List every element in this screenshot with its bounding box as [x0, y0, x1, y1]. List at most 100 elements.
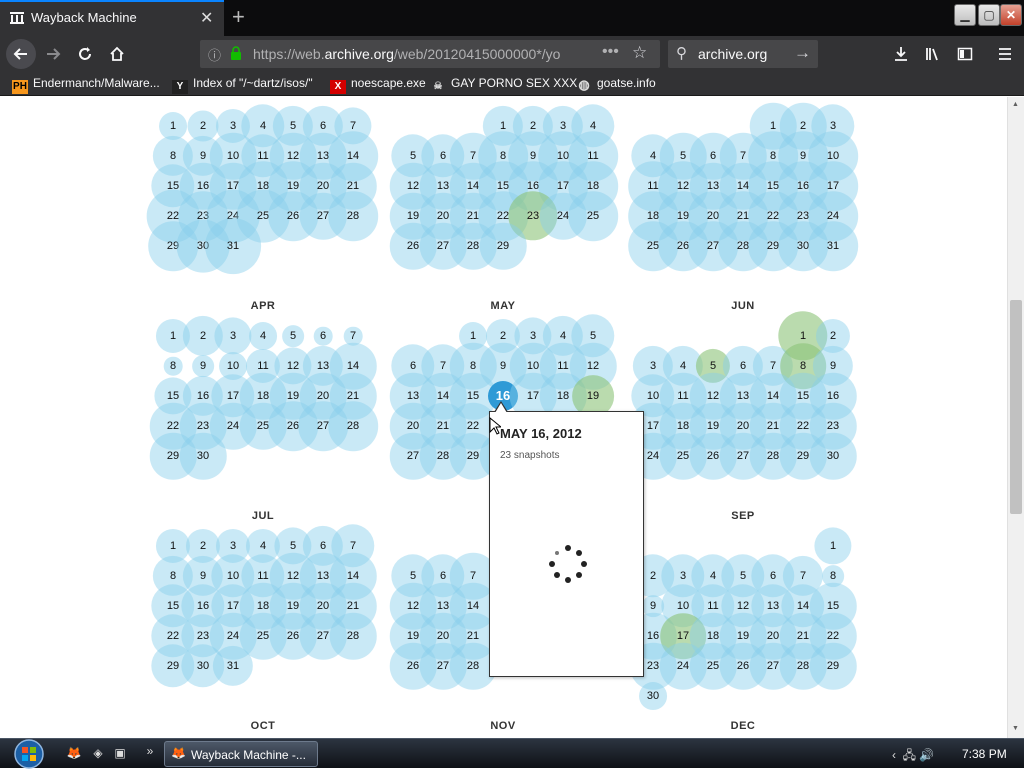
- calendar-day[interactable]: 28: [341, 208, 365, 224]
- taskbar-window-wayback[interactable]: 🦊 Wayback Machine -...: [164, 741, 318, 767]
- forward-button[interactable]: [40, 41, 66, 67]
- calendar-day[interactable]: 12: [581, 358, 605, 374]
- calendar-day[interactable]: 7: [791, 568, 815, 584]
- url-text[interactable]: https://web.archive.org/web/201204150000…: [253, 46, 593, 62]
- calendar-day[interactable]: 25: [581, 208, 605, 224]
- reload-button[interactable]: [72, 41, 98, 67]
- scroll-down-icon[interactable]: ▼: [1012, 725, 1019, 732]
- calendar-day[interactable]: 4: [251, 328, 275, 344]
- calendar-day[interactable]: 6: [761, 568, 785, 584]
- calendar-day[interactable]: 7: [461, 568, 485, 584]
- calendar-day[interactable]: 2: [191, 538, 215, 554]
- bookmark-endermanch[interactable]: PH Endermanch/Malware...: [12, 76, 160, 94]
- home-button[interactable]: [104, 41, 130, 67]
- minimize-button[interactable]: ▁: [954, 4, 976, 26]
- calendar-day[interactable]: 8: [161, 358, 185, 374]
- calendar-day[interactable]: 22: [461, 418, 485, 434]
- calendar-day[interactable]: 14: [341, 358, 365, 374]
- calendar-day[interactable]: 11: [251, 358, 275, 374]
- calendar-day[interactable]: 22: [821, 628, 845, 644]
- calendar-day[interactable]: 1: [161, 118, 185, 134]
- calendar-day[interactable]: 2: [821, 328, 845, 344]
- calendar-day[interactable]: 8: [161, 568, 185, 584]
- calendar-day[interactable]: 5: [281, 118, 305, 134]
- back-button[interactable]: [6, 39, 36, 69]
- calendar-day[interactable]: 30: [641, 688, 665, 704]
- calendar-day[interactable]: 28: [341, 628, 365, 644]
- calendar-day[interactable]: 2: [491, 328, 515, 344]
- start-button[interactable]: [8, 739, 50, 769]
- scroll-thumb[interactable]: [1010, 300, 1022, 514]
- calendar-day[interactable]: 1: [461, 328, 485, 344]
- calendar-day[interactable]: 29: [821, 658, 845, 674]
- calendar-day[interactable]: 10: [221, 358, 245, 374]
- scroll-up-icon[interactable]: ▲: [1012, 101, 1019, 108]
- quick-launch-ie-icon[interactable]: ◈: [90, 746, 106, 762]
- info-icon[interactable]: ⓘ: [208, 45, 221, 64]
- calendar-day[interactable]: 21: [461, 628, 485, 644]
- vertical-scrollbar[interactable]: ▲ ▼: [1007, 97, 1024, 738]
- bookmark-star-icon[interactable]: ☆: [632, 43, 647, 63]
- calendar-day[interactable]: 1: [161, 538, 185, 554]
- quick-launch-desktop-icon[interactable]: ▣: [112, 746, 128, 762]
- calendar-day[interactable]: 30: [191, 658, 215, 674]
- calendar-day[interactable]: 16: [821, 388, 845, 404]
- calendar-day[interactable]: 3: [221, 538, 245, 554]
- calendar-day[interactable]: 8: [161, 148, 185, 164]
- calendar-day[interactable]: 14: [341, 148, 365, 164]
- calendar-day[interactable]: 31: [821, 238, 845, 254]
- bookmark-dartz-isos[interactable]: Y Index of "/~dartz/isos/": [172, 76, 313, 94]
- downloads-button[interactable]: [888, 41, 914, 67]
- calendar-day[interactable]: 5: [281, 538, 305, 554]
- taskbar-overflow-icon[interactable]: »: [142, 744, 158, 760]
- maximize-button[interactable]: ▢: [978, 4, 1000, 26]
- calendar-day[interactable]: 14: [461, 598, 485, 614]
- menu-button[interactable]: [992, 41, 1018, 67]
- search-go-icon[interactable]: →: [794, 43, 811, 63]
- calendar-day[interactable]: 8: [791, 358, 815, 374]
- calendar-day[interactable]: 1: [161, 328, 185, 344]
- calendar-day[interactable]: 21: [341, 598, 365, 614]
- bookmark-goatse[interactable]: ◍ goatse.info: [576, 76, 655, 92]
- quick-launch-firefox-icon[interactable]: 🦊: [66, 746, 82, 762]
- search-bar[interactable]: ⚲ archive.org →: [668, 40, 818, 68]
- page-actions-icon[interactable]: •••: [602, 43, 619, 61]
- calendar-day[interactable]: 2: [191, 118, 215, 134]
- calendar-day[interactable]: 1: [791, 328, 815, 344]
- calendar-day[interactable]: 19: [581, 388, 605, 404]
- tab-close-icon[interactable]: ✕: [200, 8, 213, 28]
- calendar-day[interactable]: 3: [221, 328, 245, 344]
- calendar-day[interactable]: 4: [251, 118, 275, 134]
- calendar-day[interactable]: 8: [821, 568, 845, 584]
- calendar-day[interactable]: 5: [281, 328, 305, 344]
- library-button[interactable]: [920, 41, 946, 67]
- window-close-button[interactable]: ✕: [1000, 4, 1022, 26]
- calendar-day[interactable]: 6: [731, 358, 755, 374]
- calendar-day[interactable]: 12: [281, 358, 305, 374]
- calendar-day[interactable]: 15: [161, 388, 185, 404]
- calendar-day[interactable]: 5: [581, 328, 605, 344]
- calendar-day[interactable]: 2: [191, 328, 215, 344]
- calendar-day[interactable]: 14: [341, 568, 365, 584]
- calendar-day[interactable]: 30: [191, 448, 215, 464]
- calendar-day[interactable]: 3: [641, 358, 665, 374]
- calendar-day[interactable]: 9: [821, 358, 845, 374]
- calendar-day[interactable]: 7: [341, 328, 365, 344]
- url-bar[interactable]: ⓘ https://web.archive.org/web/2012041500…: [200, 40, 660, 68]
- calendar-day[interactable]: 28: [461, 658, 485, 674]
- sidebar-button[interactable]: [952, 41, 978, 67]
- bookmark-gay-porno[interactable]: ☠ GAY PORNO SEX XXX: [430, 76, 578, 94]
- calendar-day[interactable]: 15: [821, 598, 845, 614]
- calendar-day[interactable]: 4: [251, 538, 275, 554]
- calendar-day[interactable]: 1: [821, 538, 845, 554]
- calendar-day[interactable]: 6: [311, 328, 335, 344]
- calendar-day[interactable]: 31: [221, 658, 245, 674]
- calendar-day[interactable]: 4: [671, 358, 695, 374]
- calendar-day[interactable]: 29: [491, 238, 515, 254]
- calendar-day[interactable]: 31: [221, 238, 245, 254]
- calendar-day[interactable]: 9: [191, 358, 215, 374]
- calendar-day[interactable]: 23: [821, 418, 845, 434]
- calendar-day[interactable]: 30: [821, 448, 845, 464]
- calendar-day[interactable]: 15: [461, 388, 485, 404]
- calendar-day[interactable]: 6: [311, 118, 335, 134]
